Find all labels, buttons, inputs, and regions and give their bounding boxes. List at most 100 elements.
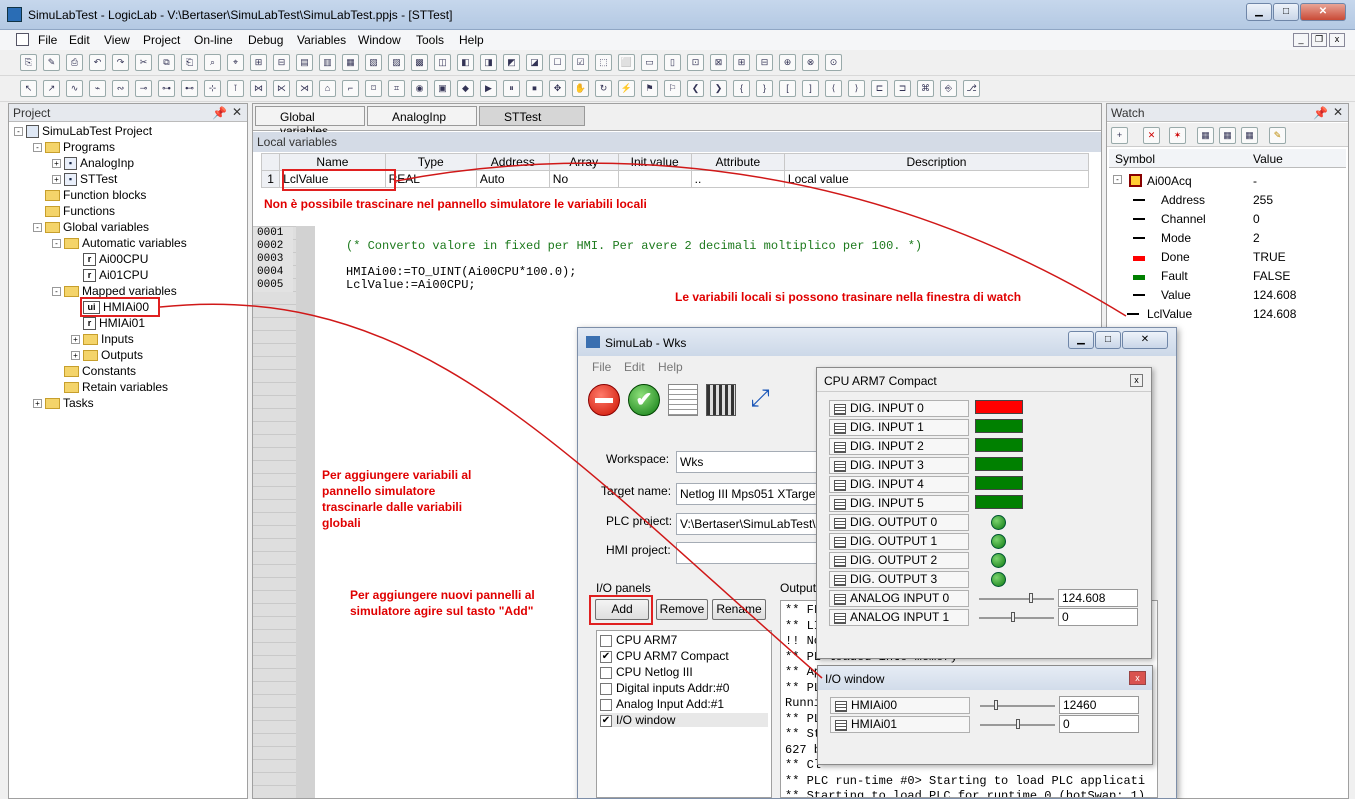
- toolbar-icon[interactable]: ⊟: [756, 54, 773, 71]
- remove-button[interactable]: Remove: [656, 599, 708, 620]
- tree-item[interactable]: - Automatic variables: [52, 236, 187, 250]
- tab-analoginp[interactable]: AnalogInp: [367, 106, 477, 126]
- io-panel-item[interactable]: Analog Input Add:#1: [600, 697, 724, 711]
- menu-variables[interactable]: Variables: [297, 33, 346, 47]
- io-panel-item[interactable]: CPU ARM7: [600, 633, 677, 647]
- toolbar-icon[interactable]: ⟨: [825, 80, 842, 97]
- toolbar-icon[interactable]: ☐: [549, 54, 566, 71]
- tree-item[interactable]: Function blocks: [33, 188, 146, 202]
- menu-window[interactable]: Window: [358, 33, 401, 47]
- tree-item[interactable]: - Global variables: [33, 220, 149, 234]
- tree-item[interactable]: r HMIAi01: [71, 316, 145, 331]
- toolbar-icon[interactable]: ⟩: [848, 80, 865, 97]
- tree-item[interactable]: Constants: [52, 364, 136, 378]
- menu-help[interactable]: Help: [459, 33, 484, 47]
- cpu-panel-close-icon[interactable]: x: [1130, 374, 1143, 387]
- toolbar-icon[interactable]: ⊟: [273, 54, 290, 71]
- watch-break-icon[interactable]: ✶: [1169, 127, 1186, 144]
- simulab-menu-help[interactable]: Help: [658, 360, 683, 374]
- tree-item[interactable]: + ▪ STTest: [52, 172, 117, 187]
- expand-toggle-icon[interactable]: +: [71, 335, 80, 345]
- toolbar-icon[interactable]: ⌖: [227, 54, 244, 71]
- toolbar-icon[interactable]: ⊶: [158, 80, 175, 97]
- table-cell[interactable]: No: [548, 170, 619, 188]
- menu-file[interactable]: File: [38, 33, 57, 47]
- toolbar-icon[interactable]: ⧉: [158, 54, 175, 71]
- analog-value-field[interactable]: 124.608: [1058, 589, 1138, 607]
- tree-item[interactable]: - Programs: [33, 140, 115, 154]
- expand-toggle-icon[interactable]: +: [52, 175, 61, 185]
- toolbar-icon[interactable]: ⊞: [250, 54, 267, 71]
- menu-view[interactable]: View: [104, 33, 130, 47]
- panel-close-icon[interactable]: ✕: [1333, 105, 1343, 119]
- simulab-menu-edit[interactable]: Edit: [624, 360, 645, 374]
- toolbar-icon[interactable]: ⎇: [963, 80, 980, 97]
- toolbar-icon[interactable]: ❯: [710, 80, 727, 97]
- column-header[interactable]: Attribute: [690, 153, 785, 171]
- toolbar-icon[interactable]: ▣: [434, 80, 451, 97]
- toolbar-icon[interactable]: ↗: [43, 80, 60, 97]
- pin-icon[interactable]: 📌: [1313, 106, 1328, 120]
- checkbox[interactable]: [600, 634, 612, 647]
- checkbox[interactable]: ✔: [600, 714, 612, 727]
- toolbar-icon[interactable]: ⬜: [618, 54, 635, 71]
- slider-thumb[interactable]: [1011, 612, 1015, 622]
- analog-value-field[interactable]: 0: [1058, 608, 1138, 626]
- list-icon[interactable]: [668, 384, 698, 416]
- target-field[interactable]: Netlog III Mps051 XTarget: [676, 483, 826, 505]
- menu-debug[interactable]: Debug: [248, 33, 283, 47]
- table-cell[interactable]: REAL: [384, 170, 477, 188]
- toolbar-icon[interactable]: ⎗: [181, 54, 198, 71]
- toolbar-icon[interactable]: ◩: [503, 54, 520, 71]
- toolbar-icon[interactable]: ✂: [135, 54, 152, 71]
- io-panel-item[interactable]: ✔ CPU ARM7 Compact: [600, 649, 729, 663]
- expand-toggle-icon[interactable]: +: [52, 159, 61, 169]
- watch-row[interactable]: - Ai00Acq -: [1107, 172, 1347, 191]
- toolbar-icon[interactable]: ↶: [89, 54, 106, 71]
- watch-row[interactable]: Done TRUE: [1107, 248, 1347, 267]
- watch-row[interactable]: Value 124.608: [1107, 286, 1347, 305]
- watch-row[interactable]: Mode 2: [1107, 229, 1347, 248]
- tree-item[interactable]: Retain variables: [52, 380, 168, 394]
- toolbar-icon[interactable]: ▭: [641, 54, 658, 71]
- toolbar-icon[interactable]: ⊹: [204, 80, 221, 97]
- minimize-button[interactable]: ▁: [1246, 3, 1272, 21]
- toolbar-icon[interactable]: ▨: [388, 54, 405, 71]
- digital-input-toggle[interactable]: [975, 457, 1023, 471]
- menu-project[interactable]: Project: [143, 33, 180, 47]
- watch-row[interactable]: LclValue 124.608: [1107, 305, 1347, 324]
- toolbar-icon[interactable]: ▤: [296, 54, 313, 71]
- checkbox[interactable]: [600, 698, 612, 711]
- io-slider[interactable]: [980, 719, 1055, 729]
- stop-icon[interactable]: [588, 384, 620, 416]
- tree-item[interactable]: r Ai00CPU: [71, 252, 148, 267]
- expand-toggle-icon[interactable]: +: [71, 351, 80, 361]
- simulab-minimize-button[interactable]: ▁: [1068, 331, 1094, 349]
- analog-slider[interactable]: [979, 612, 1054, 622]
- toolbar-icon[interactable]: ⊕: [779, 54, 796, 71]
- slider-thumb[interactable]: [1016, 719, 1020, 729]
- checkbox[interactable]: [600, 682, 612, 695]
- checkbox[interactable]: ✔: [600, 650, 612, 663]
- menu-online[interactable]: On-line: [194, 33, 233, 47]
- hmi-field[interactable]: [676, 542, 826, 564]
- toolbar-icon[interactable]: ⚐: [664, 80, 681, 97]
- run-icon[interactable]: ✔: [628, 384, 660, 416]
- maximize-button[interactable]: □: [1273, 3, 1299, 21]
- close-button[interactable]: ✕: [1300, 3, 1346, 21]
- io-slider[interactable]: [980, 700, 1055, 710]
- toolbar-icon[interactable]: ▥: [319, 54, 336, 71]
- toolbar-icon[interactable]: ✎: [43, 54, 60, 71]
- toolbar-icon[interactable]: ⊗: [802, 54, 819, 71]
- toolbar-icon[interactable]: ⚑: [641, 80, 658, 97]
- toolbar-icon[interactable]: ▶: [480, 80, 497, 97]
- rename-button[interactable]: Rename: [712, 599, 766, 620]
- expand-toggle-icon[interactable]: -: [52, 239, 61, 249]
- table-cell[interactable]: ..: [690, 170, 785, 188]
- workspace-field[interactable]: Wks: [676, 451, 826, 473]
- toolbar-icon[interactable]: ⊠: [710, 54, 727, 71]
- expand-toggle-icon[interactable]: -: [52, 287, 61, 297]
- toolbar-icon[interactable]: ⊐: [894, 80, 911, 97]
- toolbar-icon[interactable]: ]: [802, 80, 819, 97]
- code-line[interactable]: HMIAi00:=TO_UINT(Ai00CPU*100.0);: [346, 265, 576, 279]
